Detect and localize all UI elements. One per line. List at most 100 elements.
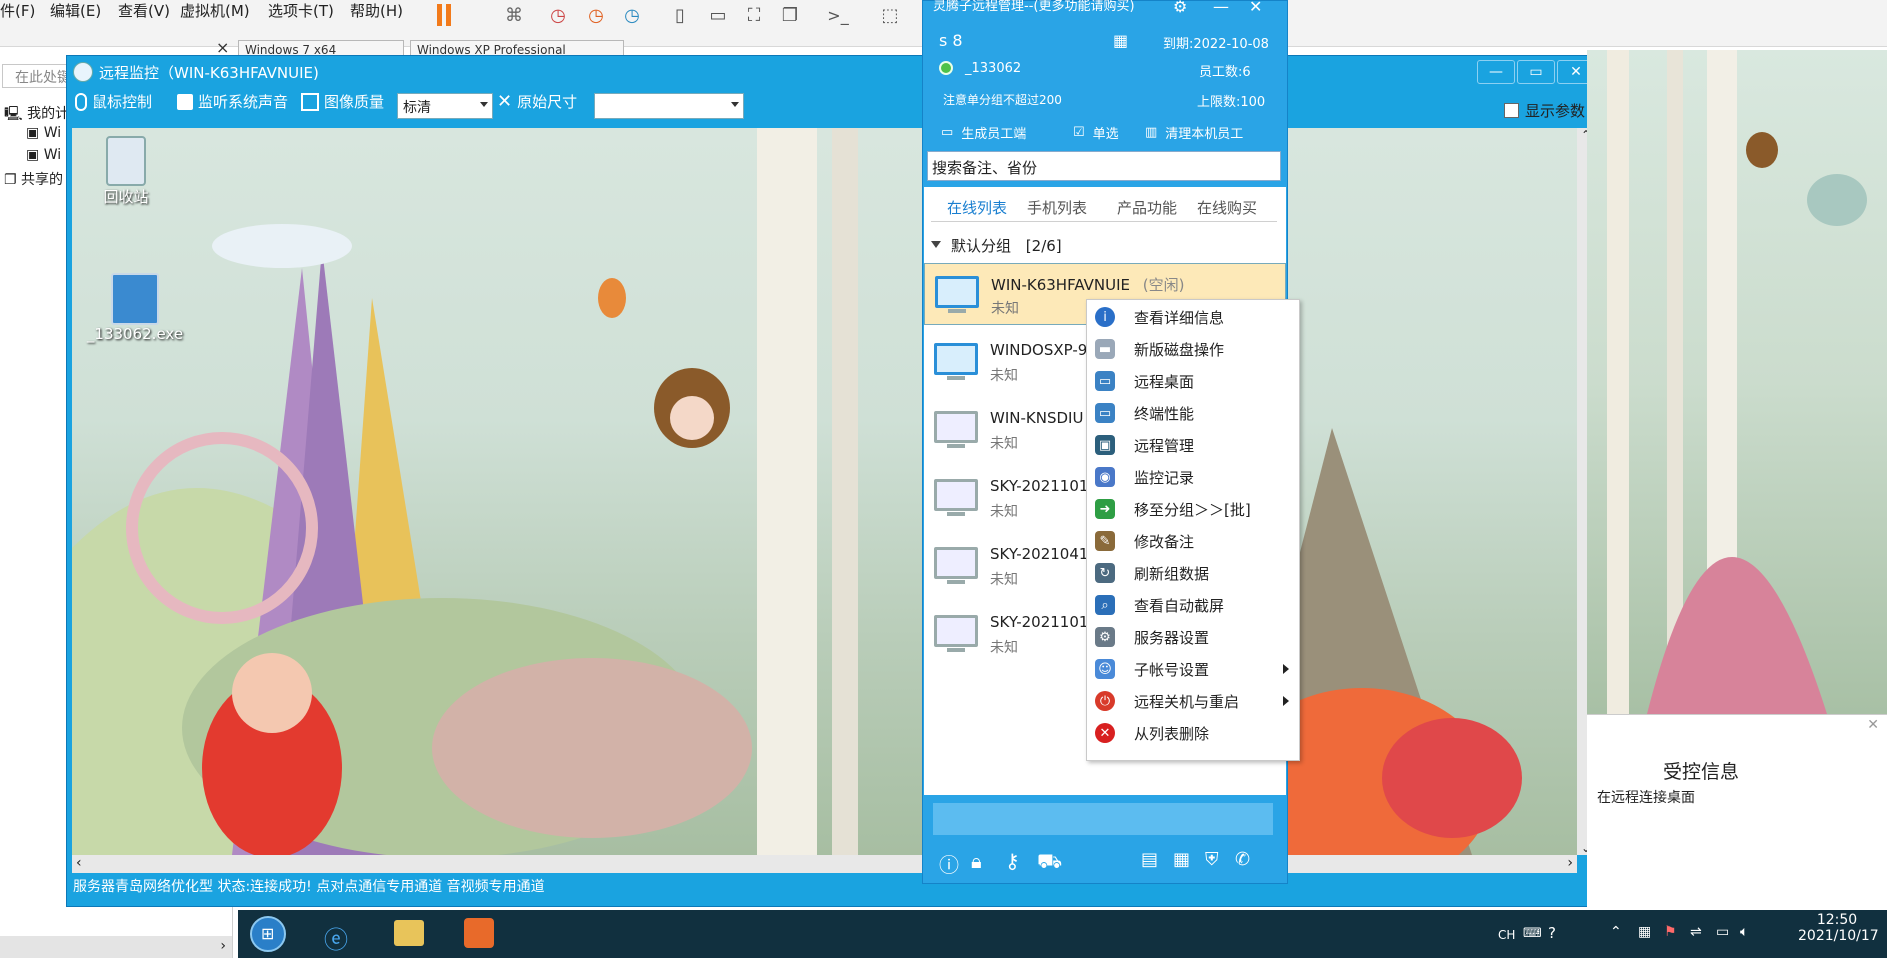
tab-product-features[interactable]: 产品功能 bbox=[1117, 197, 1177, 218]
size-select[interactable] bbox=[594, 93, 744, 119]
settings-icon[interactable]: ⚙ bbox=[1173, 0, 1187, 16]
revert-snapshot-button[interactable]: ◷ bbox=[580, 0, 612, 30]
library-scrollbar[interactable]: › bbox=[0, 936, 232, 958]
desktop-icon-recycle-bin[interactable]: 回收站 bbox=[96, 136, 156, 207]
client-location: 未知 bbox=[990, 504, 1018, 520]
tree-item-vm[interactable]: ▣ Wi bbox=[26, 147, 61, 163]
media-player-icon[interactable] bbox=[464, 918, 494, 948]
menu-item-edit-note[interactable]: ✎ 修改备注 bbox=[1087, 525, 1299, 557]
horizontal-scrollbar[interactable]: ‹ › bbox=[72, 855, 1577, 873]
menu-edit[interactable]: 编辑(E) bbox=[50, 0, 101, 21]
close-icon[interactable]: ✕ bbox=[1249, 0, 1262, 16]
image-quality-select[interactable]: 标清 bbox=[397, 93, 493, 119]
menu-item-auto-screenshot[interactable]: ⌕ 查看自动截屏 bbox=[1087, 589, 1299, 621]
maximize-button[interactable]: ▭ bbox=[1517, 60, 1555, 84]
client-name: WIN-K63HFAVNUIE (空闲) bbox=[991, 276, 1185, 294]
check-icon: ☑ bbox=[1073, 125, 1085, 140]
tab-buy-online[interactable]: 在线购买 bbox=[1197, 197, 1257, 218]
group-header[interactable]: 默认分组 [2/6] bbox=[951, 235, 1062, 256]
chart-icon[interactable]: ▦ bbox=[1638, 924, 1651, 940]
menu-item-refresh[interactable]: ↻ 刷新组数据 bbox=[1087, 557, 1299, 589]
keyboard-icon[interactable]: ⌨ bbox=[1523, 926, 1542, 941]
menu-item-disk[interactable]: ▬ 新版磁盘操作 bbox=[1087, 333, 1299, 365]
tree-item-my-computer[interactable]: 🖳 我的计 bbox=[4, 103, 69, 127]
menu-view[interactable]: 查看(V) bbox=[118, 0, 170, 21]
view-split-button[interactable]: ▭ bbox=[702, 0, 734, 30]
user-id: _133062 bbox=[965, 61, 1022, 76]
app-logo-icon bbox=[73, 62, 93, 82]
generate-client-button[interactable]: ▭ 生成员工端 bbox=[941, 123, 1026, 142]
monitor-icon: ▭ bbox=[941, 125, 954, 140]
start-button[interactable]: ⊞ bbox=[250, 916, 286, 952]
menu-item-sub-accounts[interactable]: ☺ 子帐号设置 bbox=[1087, 653, 1299, 685]
menu-item-delete[interactable]: ✕ 从列表删除 bbox=[1087, 717, 1299, 749]
send-ctrl-alt-del-button[interactable]: ⌘ bbox=[498, 0, 530, 30]
view-console-button[interactable]: ▯ bbox=[664, 0, 696, 30]
menu-help[interactable]: 帮助(H) bbox=[350, 0, 403, 21]
clear-employees-button[interactable]: ▥ 清理本机员工 bbox=[1145, 123, 1243, 142]
client-search-input[interactable]: 搜索备注、省份 bbox=[927, 151, 1281, 181]
menu-item-move-group[interactable]: ➜ 移至分组＞＞[批] bbox=[1087, 493, 1299, 525]
client-location: 未知 bbox=[990, 572, 1018, 588]
key-icon[interactable]: ⚷ bbox=[1005, 849, 1020, 873]
minimize-icon[interactable]: — bbox=[1213, 0, 1229, 16]
info-icon[interactable]: ⓘ bbox=[939, 849, 959, 878]
lock-icon[interactable]: 🔒︎ bbox=[971, 849, 982, 873]
tree-item-shared[interactable]: ❐ 共享的 bbox=[4, 169, 63, 189]
clock[interactable]: 12:50 2021/10/17 bbox=[1798, 912, 1879, 944]
online-status-icon bbox=[939, 61, 953, 75]
volume-icon[interactable]: 🔈︎ bbox=[1740, 924, 1748, 940]
listen-audio-button[interactable]: 监听系统声音 bbox=[177, 91, 288, 112]
show-hidden-icons-icon[interactable]: ⌃ bbox=[1610, 924, 1622, 940]
display-icon[interactable]: ▭ bbox=[1716, 924, 1729, 940]
menu-item-server-settings[interactable]: ⚙ 服务器设置 bbox=[1087, 621, 1299, 653]
menu-item-monitor-record[interactable]: ◉ 监控记录 bbox=[1087, 461, 1299, 493]
group-note: 注意单分组不超过200 bbox=[943, 93, 1062, 107]
pause-button[interactable] bbox=[428, 0, 460, 30]
menu-item-remote-desktop[interactable]: ▭ 远程桌面 bbox=[1087, 365, 1299, 397]
document-icon[interactable]: ▤ bbox=[1141, 849, 1158, 870]
cart-icon[interactable]: ⛟ bbox=[1037, 849, 1062, 876]
show-params-checkbox[interactable]: 显示参数 bbox=[1504, 100, 1585, 121]
console-button[interactable]: >_ bbox=[822, 0, 854, 30]
tab-online-list[interactable]: 在线列表 bbox=[947, 197, 1007, 218]
menu-file[interactable]: 件(F) bbox=[0, 0, 35, 21]
menu-vm[interactable]: 虚拟机(M) bbox=[180, 0, 250, 21]
file-explorer-icon[interactable] bbox=[394, 920, 424, 946]
desktop-icon-exe[interactable]: _133062.exe bbox=[80, 273, 190, 343]
tree-item-vm[interactable]: ▣ Wi bbox=[26, 125, 61, 141]
message-input[interactable] bbox=[933, 803, 1273, 835]
snapshot-button[interactable]: ◷ bbox=[542, 0, 574, 30]
flag-icon[interactable]: ⚑ bbox=[1664, 924, 1677, 940]
record-icon: ◉ bbox=[1095, 467, 1115, 487]
menu-item-details[interactable]: i 查看详细信息 bbox=[1087, 301, 1299, 333]
menu-item-remote-manage[interactable]: ▣ 远程管理 bbox=[1087, 429, 1299, 461]
mouse-control-button[interactable]: 鼠标控制 bbox=[75, 91, 152, 112]
tab-mobile-list[interactable]: 手机列表 bbox=[1027, 197, 1087, 218]
close-icon[interactable]: ✕ bbox=[1867, 717, 1879, 733]
card-icon[interactable]: ▦ bbox=[1173, 849, 1190, 870]
language-indicator[interactable]: CH bbox=[1498, 928, 1515, 942]
snapshot-manager-button[interactable]: ◷ bbox=[616, 0, 648, 30]
network-icon[interactable]: ⇌ bbox=[1690, 924, 1702, 940]
shield-icon[interactable]: ⛨ bbox=[1205, 849, 1219, 870]
monitor-icon bbox=[934, 547, 978, 584]
chevron-down-icon[interactable] bbox=[931, 241, 941, 248]
fullscreen-button[interactable]: ⛶ bbox=[738, 0, 770, 30]
tab-divider bbox=[931, 221, 1277, 222]
phone-icon[interactable]: ✆ bbox=[1235, 849, 1250, 870]
original-size-button[interactable]: ✕ 原始尺寸 bbox=[497, 91, 577, 112]
menu-item-performance[interactable]: ▭ 终端性能 bbox=[1087, 397, 1299, 429]
menu-tabs[interactable]: 选项卡(T) bbox=[268, 0, 334, 21]
client-location: 未知 bbox=[990, 436, 1018, 452]
move-icon: ➜ bbox=[1095, 499, 1115, 519]
minimize-button[interactable]: — bbox=[1477, 60, 1515, 84]
unity-button[interactable]: ❐ bbox=[774, 0, 806, 30]
remote-desktop-view[interactable]: 回收站 _133062.exe bbox=[72, 128, 1577, 855]
stretch-button[interactable]: ⬚ bbox=[874, 0, 906, 30]
internet-explorer-icon[interactable]: ⓔ bbox=[324, 920, 348, 955]
help-icon[interactable]: ? bbox=[1548, 924, 1556, 942]
info-icon: i bbox=[1095, 307, 1115, 327]
menu-item-shutdown-restart[interactable]: ⏻ 远程关机与重启 bbox=[1087, 685, 1299, 717]
single-select-button[interactable]: ☑ 单选 bbox=[1073, 123, 1119, 142]
